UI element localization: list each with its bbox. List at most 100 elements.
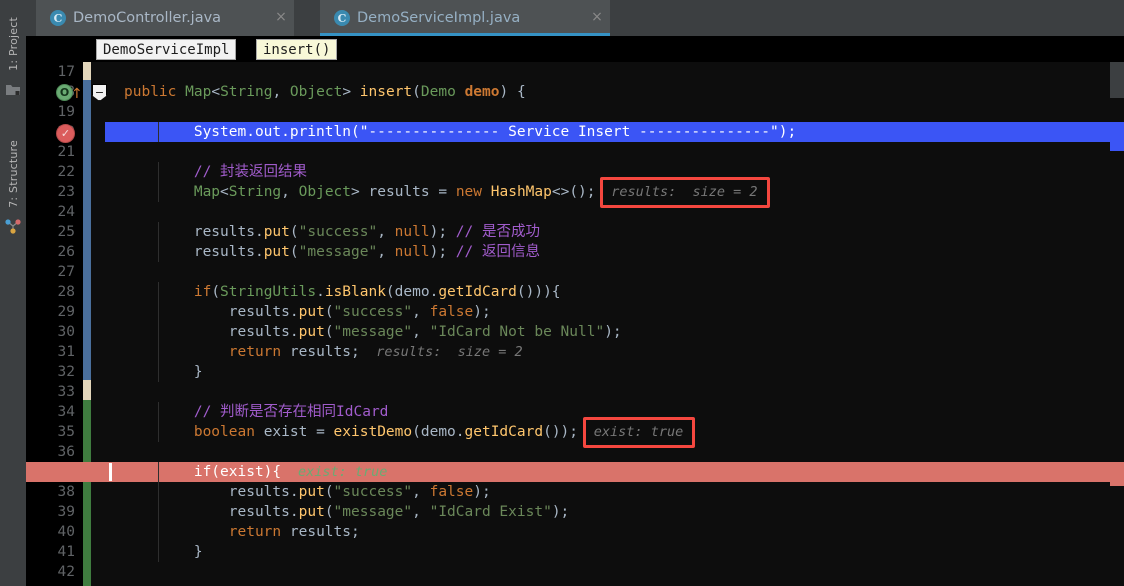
java-class-icon: C: [50, 10, 66, 26]
code-line[interactable]: [105, 262, 1124, 282]
toolwindow-button-project[interactable]: 1: Project: [0, 8, 26, 80]
code-token: Map: [185, 84, 212, 100]
gutter-line[interactable]: 25: [26, 222, 83, 242]
code-line[interactable]: if(exist){exist: true: [105, 462, 1124, 482]
gutter-line[interactable]: 24: [26, 202, 83, 222]
gutter-line[interactable]: 29: [26, 302, 83, 322]
gutter-line[interactable]: 40: [26, 522, 83, 542]
gutter-line[interactable]: 27: [26, 262, 83, 282]
gutter-line[interactable]: 36: [26, 442, 83, 462]
code-line[interactable]: [105, 102, 1124, 122]
line-number: 35: [57, 424, 75, 440]
code-text-area[interactable]: public Map<String, Object> insert(Demo d…: [105, 62, 1124, 586]
code-token: HashMap: [490, 184, 552, 200]
tab-demoserviceimpl[interactable]: C DemoServiceImpl.java ×: [320, 0, 610, 36]
gutter-line[interactable]: 39: [26, 502, 83, 522]
gutter-line[interactable]: 35: [26, 422, 83, 442]
inline-debug-value[interactable]: results: size = 2: [376, 342, 522, 362]
ide-window: 1: Project 7: Structure C DemoController…: [0, 0, 1124, 586]
code-token: );: [429, 224, 456, 240]
code-line[interactable]: public Map<String, Object> insert(Demo d…: [105, 82, 1124, 102]
gutter-line[interactable]: 28: [26, 282, 83, 302]
code-token: return: [228, 524, 282, 540]
gutter-line[interactable]: 33: [26, 382, 83, 402]
line-number: 19: [57, 104, 75, 120]
gutter-line[interactable]: 22: [26, 162, 83, 182]
gutter-line[interactable]: 34: [26, 402, 83, 422]
breadcrumb-method[interactable]: insert(): [256, 39, 338, 60]
code-line[interactable]: results.put("success", false);: [105, 302, 1124, 322]
code-token: "success": [298, 224, 378, 240]
breadcrumb-class[interactable]: DemoServiceImpl: [96, 39, 237, 60]
line-number: 39: [57, 504, 75, 520]
vcs-change-marker[interactable]: [83, 380, 91, 400]
gutter-line[interactable]: 19: [26, 102, 83, 122]
gutter-line[interactable]: 38: [26, 482, 83, 502]
close-icon[interactable]: ×: [590, 10, 604, 25]
toolwindow-button-structure[interactable]: 7: Structure: [0, 132, 26, 216]
code-token: public: [124, 84, 177, 100]
code-line[interactable]: results.put("success", null); // 是否成功: [105, 222, 1124, 242]
code-token: false: [429, 304, 474, 320]
code-line[interactable]: results.put("success", false);: [105, 482, 1124, 502]
code-line[interactable]: return results; results: size = 2: [105, 342, 1124, 362]
code-line[interactable]: return results;: [105, 522, 1124, 542]
scrollbar-marker-selected[interactable]: [1110, 131, 1124, 151]
code-token: return: [228, 344, 282, 360]
gutter-line[interactable]: 21: [26, 142, 83, 162]
code-token: "success": [333, 304, 413, 320]
code-line[interactable]: }: [105, 542, 1124, 562]
code-token: ,: [412, 304, 430, 320]
code-token: );: [604, 324, 622, 340]
code-token: results.: [124, 484, 299, 500]
code-line[interactable]: [105, 562, 1124, 582]
code-editor[interactable]: 1718192021222324252627282930313233343536…: [26, 62, 1124, 586]
code-token: String: [228, 184, 282, 200]
code-text: results.put("message", "IdCard Exist");: [124, 502, 570, 522]
close-icon[interactable]: ×: [274, 10, 288, 25]
breakpoint-verified-icon[interactable]: ✓: [56, 124, 75, 143]
code-token: "message": [333, 324, 413, 340]
scrollbar-track-top[interactable]: [1110, 62, 1124, 98]
structure-nodes-icon: [5, 218, 21, 234]
gutter-line[interactable]: 30: [26, 322, 83, 342]
vcs-change-marker[interactable]: [83, 62, 91, 80]
vcs-change-bar: [83, 62, 91, 586]
scrollbar-marker-execution[interactable]: [1110, 466, 1124, 486]
code-line[interactable]: [105, 142, 1124, 162]
gutter-line[interactable]: 23: [26, 182, 83, 202]
gutter-line[interactable]: 42: [26, 562, 83, 582]
arrow-up-icon[interactable]: ↑: [71, 83, 83, 102]
line-number: 41: [57, 544, 75, 560]
code-line[interactable]: results.put("message", null); // 返回信息: [105, 242, 1124, 262]
vcs-change-marker[interactable]: [83, 80, 91, 380]
code-token: (: [289, 244, 299, 260]
code-line[interactable]: [105, 382, 1124, 402]
vcs-change-marker[interactable]: [83, 400, 91, 586]
code-line[interactable]: if(StringUtils.isBlank(demo.getIdCard())…: [105, 282, 1124, 302]
code-folding-column[interactable]: [91, 62, 105, 586]
gutter-line[interactable]: 41: [26, 542, 83, 562]
code-line[interactable]: }: [105, 362, 1124, 382]
gutter-line[interactable]: 17: [26, 62, 83, 82]
inline-debug-value[interactable]: exist: true: [298, 462, 387, 482]
gutter-line[interactable]: 26: [26, 242, 83, 262]
line-number: 34: [57, 404, 75, 420]
line-number: 40: [57, 524, 75, 540]
code-token: }: [124, 544, 203, 560]
code-text: public Map<String, Object> insert(Demo d…: [124, 82, 526, 102]
code-text: if(StringUtils.isBlank(demo.getIdCard())…: [124, 282, 561, 302]
code-text: }: [124, 362, 203, 382]
gutter-line[interactable]: 32: [26, 362, 83, 382]
code-line[interactable]: System.out.println("--------------- Serv…: [105, 122, 1124, 142]
tab-democontroller[interactable]: C DemoController.java ×: [36, 0, 294, 36]
code-line[interactable]: results.put("message", "IdCard Exist");: [105, 502, 1124, 522]
line-number: 28: [57, 284, 75, 300]
tab-label: DemoController.java: [73, 10, 222, 26]
code-token: demo: [464, 84, 500, 100]
code-line[interactable]: results.put("message", "IdCard Not be Nu…: [105, 322, 1124, 342]
gutter-line[interactable]: 31: [26, 342, 83, 362]
fold-collapse-icon[interactable]: −: [92, 84, 107, 101]
code-line[interactable]: [105, 62, 1124, 82]
